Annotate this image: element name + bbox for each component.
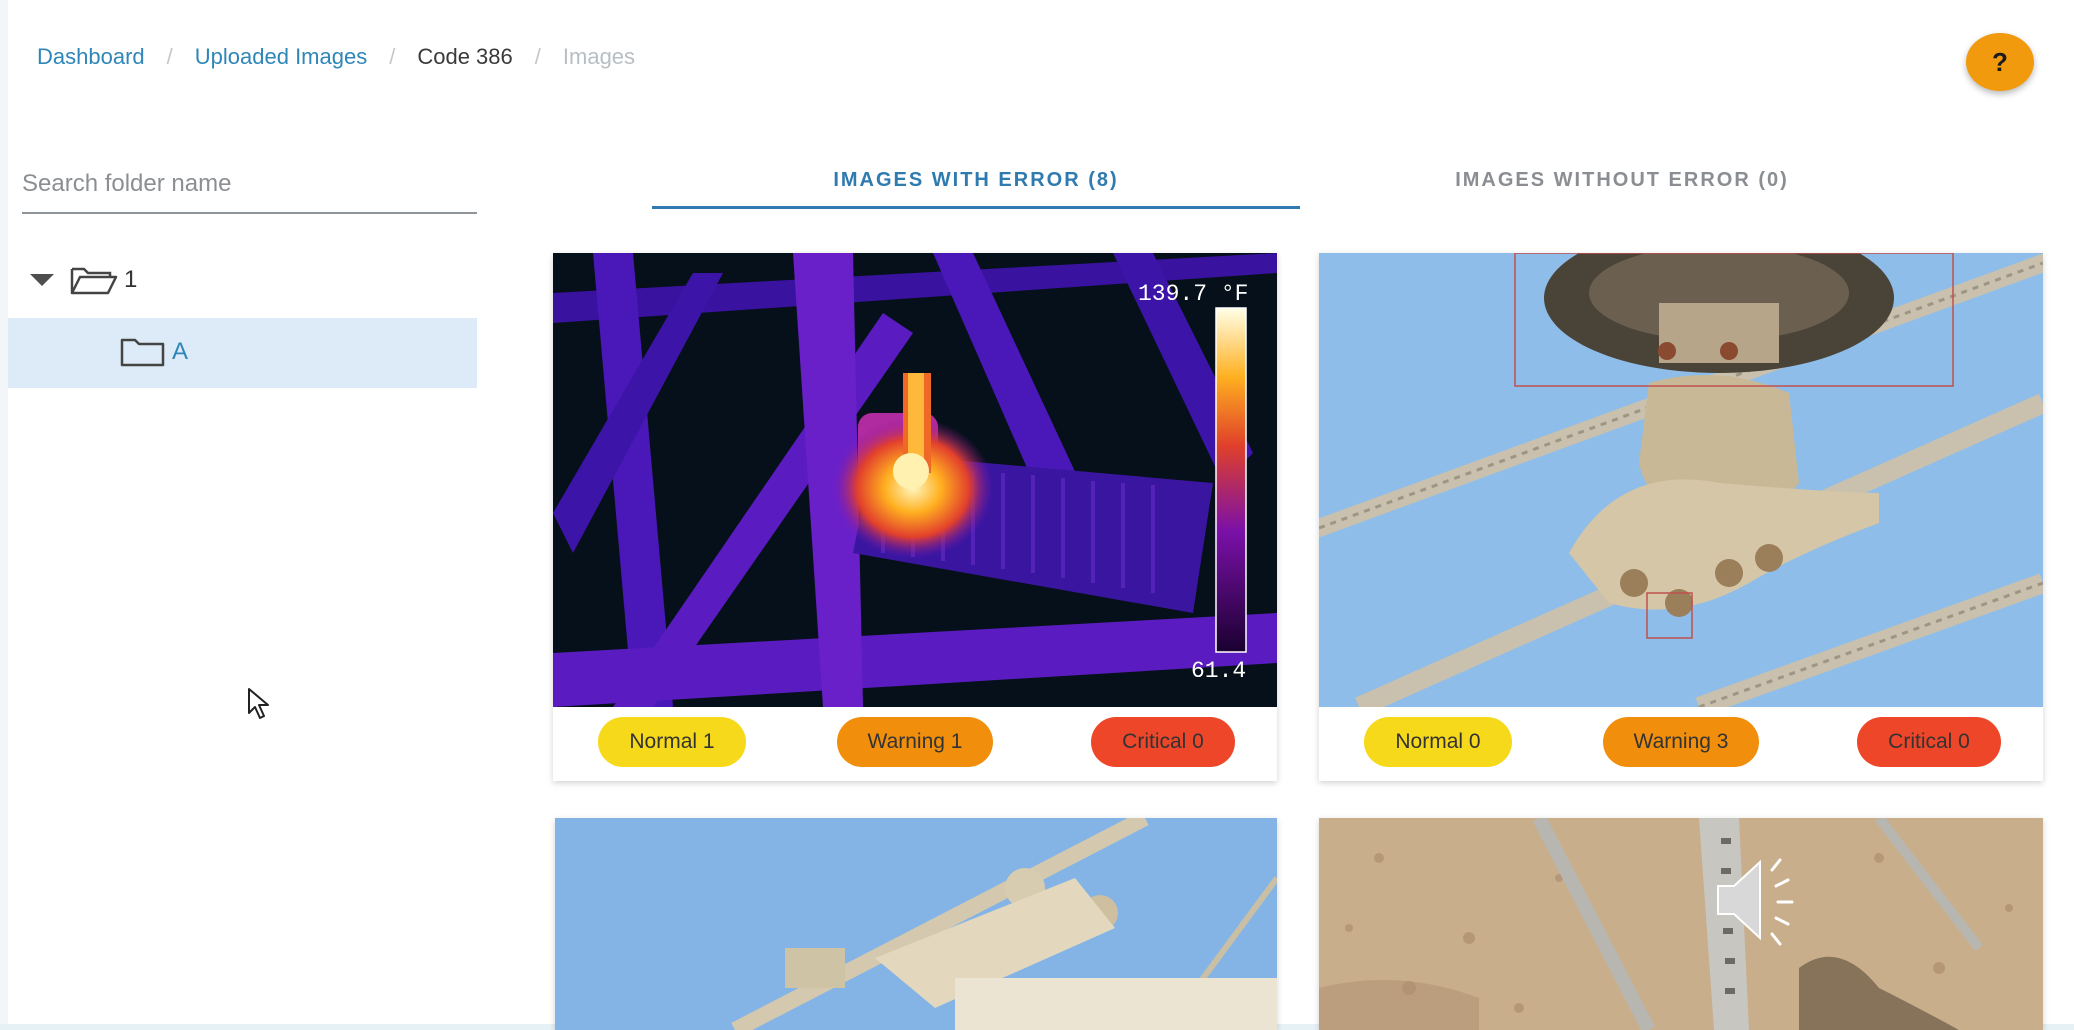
warning-badge[interactable]: Warning 1: [837, 717, 993, 767]
image-card: 139.7 °F 61.4 Normal 1 Warning 1 Critica…: [553, 253, 1277, 781]
thermal-min-temperature: 61.4: [1191, 658, 1247, 684]
critical-badge[interactable]: Critical 0: [1857, 717, 2001, 767]
tree-node-selected-row[interactable]: [8, 318, 477, 388]
breadcrumb-separator: /: [534, 44, 541, 69]
breadcrumb-uploaded-images[interactable]: Uploaded Images: [195, 44, 367, 70]
help-button[interactable]: ?: [1966, 33, 2034, 91]
tree-node-child[interactable]: A: [120, 334, 188, 370]
breadcrumb: Dashboard / Uploaded Images / Code 386 /…: [37, 42, 635, 72]
normal-badge[interactable]: Normal 1: [598, 717, 746, 767]
tab-images-with-error[interactable]: IMAGES WITH ERROR (8): [652, 150, 1300, 210]
breadcrumb-dashboard[interactable]: Dashboard: [37, 44, 145, 70]
critical-badge[interactable]: Critical 0: [1091, 717, 1235, 767]
breadcrumb-code[interactable]: Code 386: [417, 44, 512, 70]
folder-open-icon: [70, 267, 118, 295]
folder-icon: [120, 338, 165, 367]
active-tab-indicator: [652, 206, 1300, 209]
insulator-photo[interactable]: [1319, 253, 2043, 707]
image-card: [1319, 818, 2043, 1030]
severity-badges: Normal 0 Warning 3 Critical 0: [1319, 717, 2043, 773]
caret-down-icon[interactable]: [30, 274, 54, 286]
tab-images-without-error[interactable]: IMAGES WITHOUT ERROR (0): [1344, 150, 1900, 210]
normal-badge[interactable]: Normal 0: [1364, 717, 1512, 767]
image-card: [555, 818, 1277, 1030]
tree-node-child-label: A: [172, 338, 189, 365]
thermal-max-temperature: 139.7 °F: [1138, 281, 1249, 307]
tower-base-photo[interactable]: [1319, 818, 2043, 1030]
thermal-image[interactable]: 139.7 °F 61.4: [553, 253, 1277, 707]
warning-badge[interactable]: Warning 3: [1603, 717, 1759, 767]
severity-badges: Normal 1 Warning 1 Critical 0: [553, 717, 1277, 773]
folder-search-input[interactable]: [22, 160, 477, 208]
image-card: Normal 0 Warning 3 Critical 0: [1319, 253, 2043, 781]
window-edge: [0, 0, 8, 1030]
mouse-pointer-icon: [248, 688, 269, 719]
breadcrumb-separator: /: [389, 44, 396, 69]
breadcrumb-current-images: Images: [562, 44, 636, 69]
clamp-photo[interactable]: [555, 818, 1277, 1030]
breadcrumb-separator: /: [166, 44, 173, 69]
tree-node-root-label: 1: [124, 266, 138, 293]
speaker-icon[interactable]: [1712, 850, 1802, 950]
folder-search-field: [22, 160, 477, 214]
tree-node-root[interactable]: 1: [30, 262, 137, 298]
